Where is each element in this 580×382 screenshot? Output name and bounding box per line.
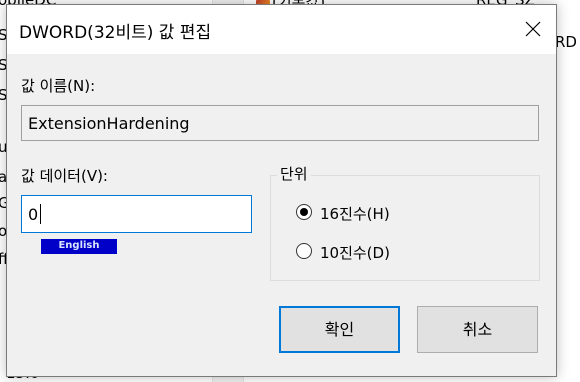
value-data-text: 0 — [28, 205, 39, 224]
radio-hexadecimal-label[interactable]: 16진수(H) — [320, 203, 390, 224]
background-value-data: RD — [555, 33, 577, 51]
value-name-label: 값 이름(N): — [21, 77, 96, 95]
screen: obileDC S S S u a G o ff 15.0 (기본값) REG_… — [0, 0, 580, 382]
radio-decimal-label[interactable]: 10진수(D) — [320, 242, 390, 263]
radio-hexadecimal[interactable] — [296, 204, 312, 220]
cancel-button[interactable]: 취소 — [417, 306, 538, 353]
base-group — [270, 175, 540, 281]
ime-indicator: English — [41, 239, 117, 254]
title-bar[interactable]: DWORD(32비트) 값 편집 — [7, 5, 556, 54]
value-data-label: 값 데이터(V): — [21, 167, 108, 185]
radio-selected-dot — [300, 208, 308, 216]
ime-indicator-label: English — [58, 240, 100, 251]
value-data-input[interactable]: 0 — [21, 195, 252, 233]
value-name-field: ExtensionHardening — [21, 105, 539, 141]
text-caret — [40, 204, 41, 224]
edit-dword-dialog: DWORD(32비트) 값 편집 값 이름(N): ExtensionHarde… — [6, 4, 557, 377]
value-name-text: ExtensionHardening — [28, 114, 190, 133]
close-icon — [525, 21, 541, 37]
base-group-label: 단위 — [277, 163, 311, 184]
ok-button[interactable]: 확인 — [279, 306, 400, 353]
close-button[interactable] — [510, 5, 556, 54]
dialog-title: DWORD(32비트) 값 편집 — [19, 23, 212, 43]
radio-decimal[interactable] — [296, 243, 312, 259]
